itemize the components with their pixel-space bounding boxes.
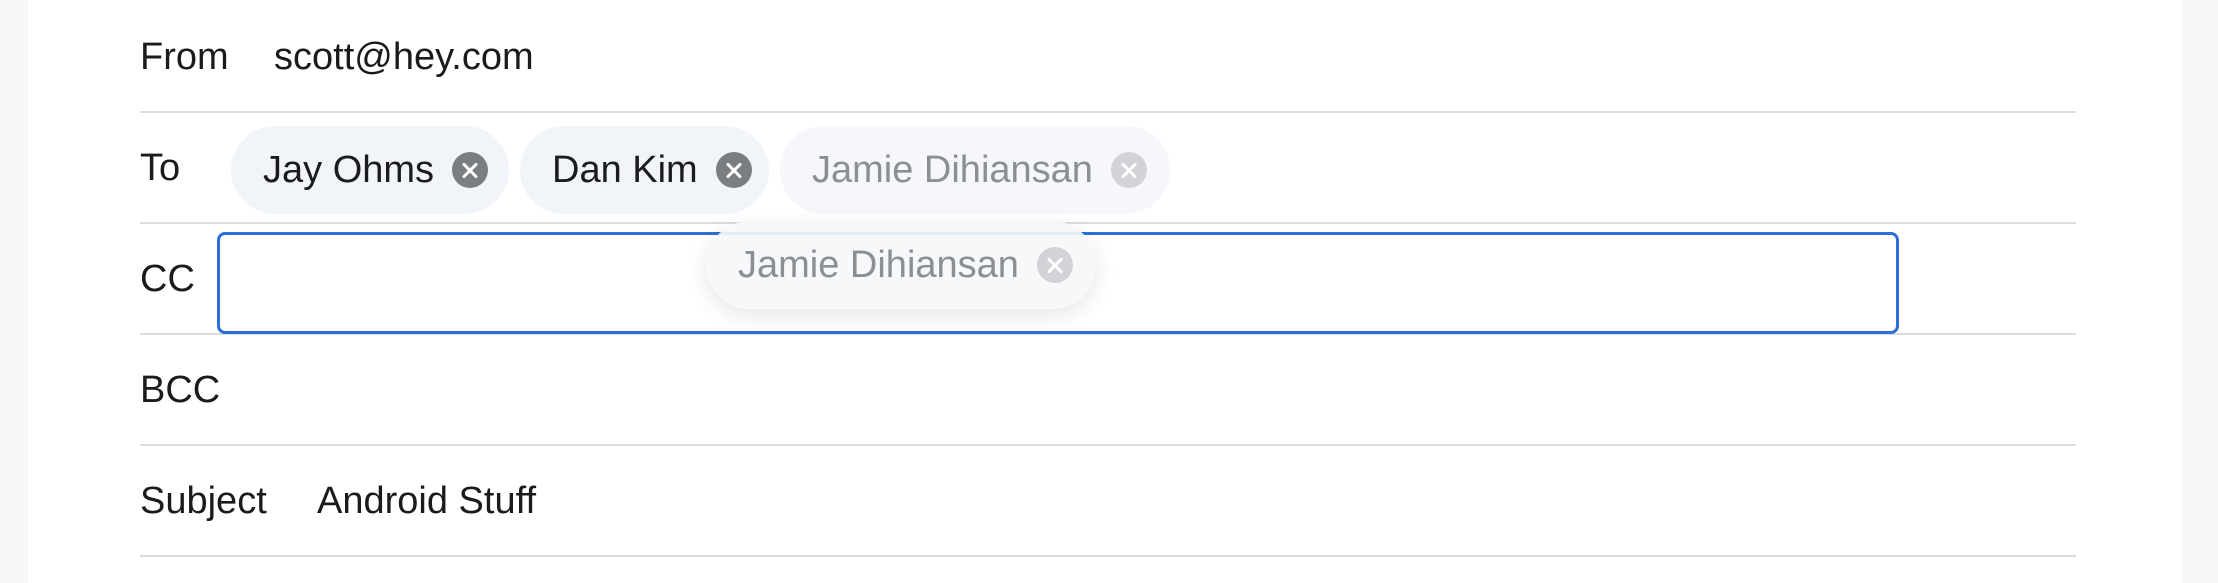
remove-recipient-icon[interactable] (452, 152, 489, 188)
remove-recipient-icon[interactable] (715, 152, 752, 188)
recipient-chip-dan-kim[interactable]: Dan Kim (520, 126, 769, 214)
to-row: To Jay Ohms Dan Kim Jamie Dihiansan (140, 113, 2076, 224)
dragging-chip-label: Jamie Dihiansan (738, 243, 1019, 286)
remove-recipient-icon (1110, 152, 1147, 188)
bcc-label: BCC (140, 369, 221, 411)
recipient-chip-label: Dan Kim (552, 148, 698, 191)
remove-recipient-icon (1036, 247, 1073, 283)
from-address[interactable]: scott@hey.com (274, 36, 534, 79)
bcc-row[interactable]: BCC (140, 335, 2076, 446)
recipient-chip-jay-ohms[interactable]: Jay Ohms (231, 126, 509, 214)
recipient-chip-label: Jamie Dihiansan (812, 148, 1093, 191)
subject-label: Subject (140, 480, 267, 522)
from-row: From scott@hey.com (140, 2, 2076, 113)
subject-input[interactable]: Android Stuff (317, 480, 536, 523)
subject-row: Subject Android Stuff (140, 446, 2076, 557)
recipient-chip-label: Jay Ohms (263, 148, 435, 191)
recipient-chip-placeholder-jamie-dihiansan: Jamie Dihiansan (780, 126, 1170, 214)
cc-label: CC (140, 258, 195, 300)
to-label: To (140, 147, 181, 189)
from-label: From (140, 36, 229, 78)
dragging-recipient-chip[interactable]: Jamie Dihiansan (706, 221, 1096, 309)
